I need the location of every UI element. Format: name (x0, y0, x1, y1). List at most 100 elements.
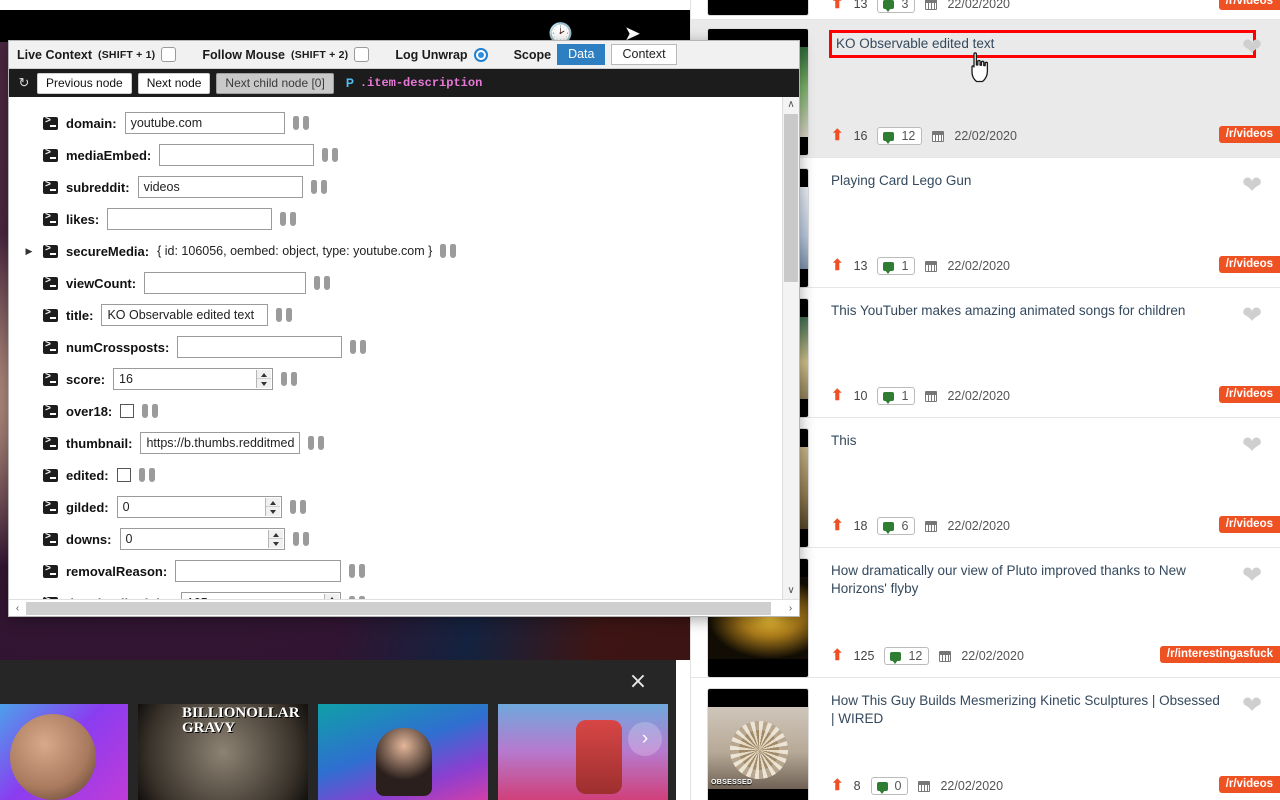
follow-mouse-group[interactable]: Follow Mouse (SHIFT + 2) (202, 47, 370, 62)
binoculars-icon[interactable] (281, 372, 298, 386)
comment-count[interactable]: 3 (877, 0, 916, 13)
post-title[interactable]: This YouTuber makes amazing animated son… (831, 302, 1226, 320)
binoculars-icon[interactable] (142, 404, 159, 418)
subreddit-badge[interactable]: /r/videos (1218, 516, 1280, 533)
previous-node-button[interactable]: Previous node (37, 72, 132, 94)
binoculars-icon[interactable] (292, 532, 309, 546)
console-log-icon[interactable] (43, 276, 58, 290)
list-item[interactable]: OBSESSED How This Guy Builds Mesmerizing… (691, 678, 1280, 800)
console-log-icon[interactable] (43, 180, 58, 194)
scope-group[interactable]: Scope Data Context (514, 44, 677, 65)
console-log-icon[interactable] (43, 116, 58, 130)
post-title[interactable]: How This Guy Builds Mesmerizing Kinetic … (831, 692, 1226, 728)
property-input-domain[interactable]: youtube.com (124, 112, 285, 134)
post-title[interactable]: Playing Card Lego Gun (831, 172, 1226, 190)
scroll-left-arrow-icon[interactable]: ‹ (9, 603, 26, 614)
binoculars-icon[interactable] (138, 468, 155, 482)
subreddit-badge[interactable]: /r/videos (1218, 386, 1280, 403)
upvote-arrow-icon[interactable]: ⬆ (831, 518, 844, 533)
upvote-arrow-icon[interactable]: ⬆ (831, 0, 844, 11)
property-row-securemedia[interactable]: ▶ secureMedia: { id: 106056, oembed: obj… (9, 235, 782, 267)
carousel-thumb-1[interactable] (0, 704, 128, 800)
devtools-horizontal-scrollbar[interactable]: ‹ › (9, 599, 799, 616)
close-icon[interactable]: × (626, 670, 650, 694)
binoculars-icon[interactable] (349, 564, 366, 578)
property-checkbox-edited[interactable] (116, 468, 131, 482)
heart-icon[interactable]: ❤ (1242, 694, 1266, 718)
property-row-edited[interactable]: ▶ edited: (9, 459, 782, 491)
property-input-title[interactable]: KO Observable edited text (101, 304, 269, 326)
upvote-arrow-icon[interactable]: ⬆ (831, 258, 844, 273)
property-row-thumbnailheight[interactable]: ▶ thumbnailHeight: 105 (9, 587, 782, 599)
property-row-domain[interactable]: ▶ domain: youtube.com (9, 107, 782, 139)
upvote-arrow-icon[interactable]: ⬆ (831, 388, 844, 403)
binoculars-icon[interactable] (310, 180, 327, 194)
subreddit-badge[interactable]: /r/videos (1218, 0, 1280, 10)
console-log-icon[interactable] (43, 500, 58, 514)
carousel-thumb-2[interactable] (138, 704, 308, 800)
post-title[interactable]: This (831, 432, 1226, 450)
upvote-arrow-icon[interactable]: ⬆ (831, 128, 844, 143)
carousel-strip[interactable] (0, 704, 676, 800)
number-stepper-score[interactable] (256, 370, 272, 388)
property-input-viewcount[interactable] (144, 272, 307, 294)
heart-icon[interactable]: ❤ (1242, 174, 1266, 198)
post-thumbnail[interactable] (707, 0, 809, 16)
follow-mouse-checkbox[interactable] (354, 47, 370, 62)
property-input-subreddit[interactable]: videos (137, 176, 303, 198)
log-unwrap-toggle[interactable] (473, 47, 488, 62)
upvote-arrow-icon[interactable]: ⬆ (831, 778, 844, 793)
live-context-checkbox[interactable] (161, 47, 177, 62)
subreddit-badge[interactable]: /r/interestingasfuck (1159, 646, 1280, 663)
devtools-panel[interactable]: Live Context (SHIFT + 1) Follow Mouse (S… (8, 40, 800, 617)
property-row-over18[interactable]: ▶ over18: (9, 395, 782, 427)
property-input-thumbnailheight[interactable]: 105 (180, 592, 341, 599)
console-log-icon[interactable] (43, 340, 58, 354)
console-log-icon[interactable] (43, 532, 58, 546)
property-row-removalreason[interactable]: ▶ removalReason: (9, 555, 782, 587)
binoculars-icon[interactable] (308, 436, 325, 450)
comment-count[interactable]: 1 (877, 387, 916, 405)
upvote-arrow-icon[interactable]: ⬆ (831, 648, 844, 663)
console-log-icon[interactable] (43, 148, 58, 162)
property-row-score[interactable]: ▶ score: 16 (9, 363, 782, 395)
property-input-likes[interactable] (107, 208, 273, 230)
carousel-thumb-3[interactable] (318, 704, 488, 800)
list-item[interactable]: ⬆ 13 3 22/02/2020 /r/videos (691, 0, 1280, 20)
scroll-down-arrow-icon[interactable]: ∨ (783, 583, 799, 599)
binoculars-icon[interactable] (440, 244, 457, 258)
console-log-icon[interactable] (43, 308, 58, 322)
console-log-icon[interactable] (43, 212, 58, 226)
binoculars-icon[interactable] (292, 116, 309, 130)
comment-count[interactable]: 0 (870, 777, 909, 795)
property-input-gilded[interactable]: 0 (116, 496, 282, 518)
number-stepper-downs[interactable] (267, 530, 283, 548)
log-unwrap-group[interactable]: Log Unwrap (395, 47, 488, 62)
heart-icon[interactable]: ❤ (1242, 564, 1266, 588)
binoculars-icon[interactable] (276, 308, 293, 322)
binoculars-icon[interactable] (280, 212, 297, 226)
property-row-thumbnail[interactable]: ▶ thumbnail: https://b.thumbs.redditmed (9, 427, 782, 459)
next-node-button[interactable]: Next node (137, 72, 211, 94)
property-input-score[interactable]: 16 (113, 368, 274, 390)
post-title[interactable]: KO Observable edited text (829, 30, 1256, 58)
console-log-icon[interactable] (43, 564, 58, 578)
property-checkbox-over18[interactable] (120, 404, 135, 418)
next-child-node-button[interactable]: Next child node [0] (216, 72, 334, 94)
property-row-title[interactable]: ▶ title: KO Observable edited text (9, 299, 782, 331)
subreddit-badge[interactable]: /r/videos (1218, 776, 1280, 793)
devtools-vertical-scrollbar[interactable]: ∧ ∨ (782, 97, 799, 599)
binoculars-icon[interactable] (322, 148, 339, 162)
subreddit-badge[interactable]: /r/videos (1218, 256, 1280, 273)
heart-icon[interactable]: ❤ (1242, 434, 1266, 458)
subreddit-badge[interactable]: /r/videos (1218, 126, 1280, 143)
property-input-numcrossposts[interactable] (177, 336, 343, 358)
console-log-icon[interactable] (43, 436, 58, 450)
property-row-numcrossposts[interactable]: ▶ numCrossposts: (9, 331, 782, 363)
expand-caret-icon[interactable]: ▶ (23, 246, 35, 257)
binoculars-icon[interactable] (350, 340, 367, 354)
post-thumbnail[interactable]: OBSESSED (707, 688, 809, 800)
heart-icon[interactable]: ❤ (1242, 304, 1266, 328)
hscroll-track[interactable] (26, 601, 782, 615)
live-context-group[interactable]: Live Context (SHIFT + 1) (17, 47, 177, 62)
